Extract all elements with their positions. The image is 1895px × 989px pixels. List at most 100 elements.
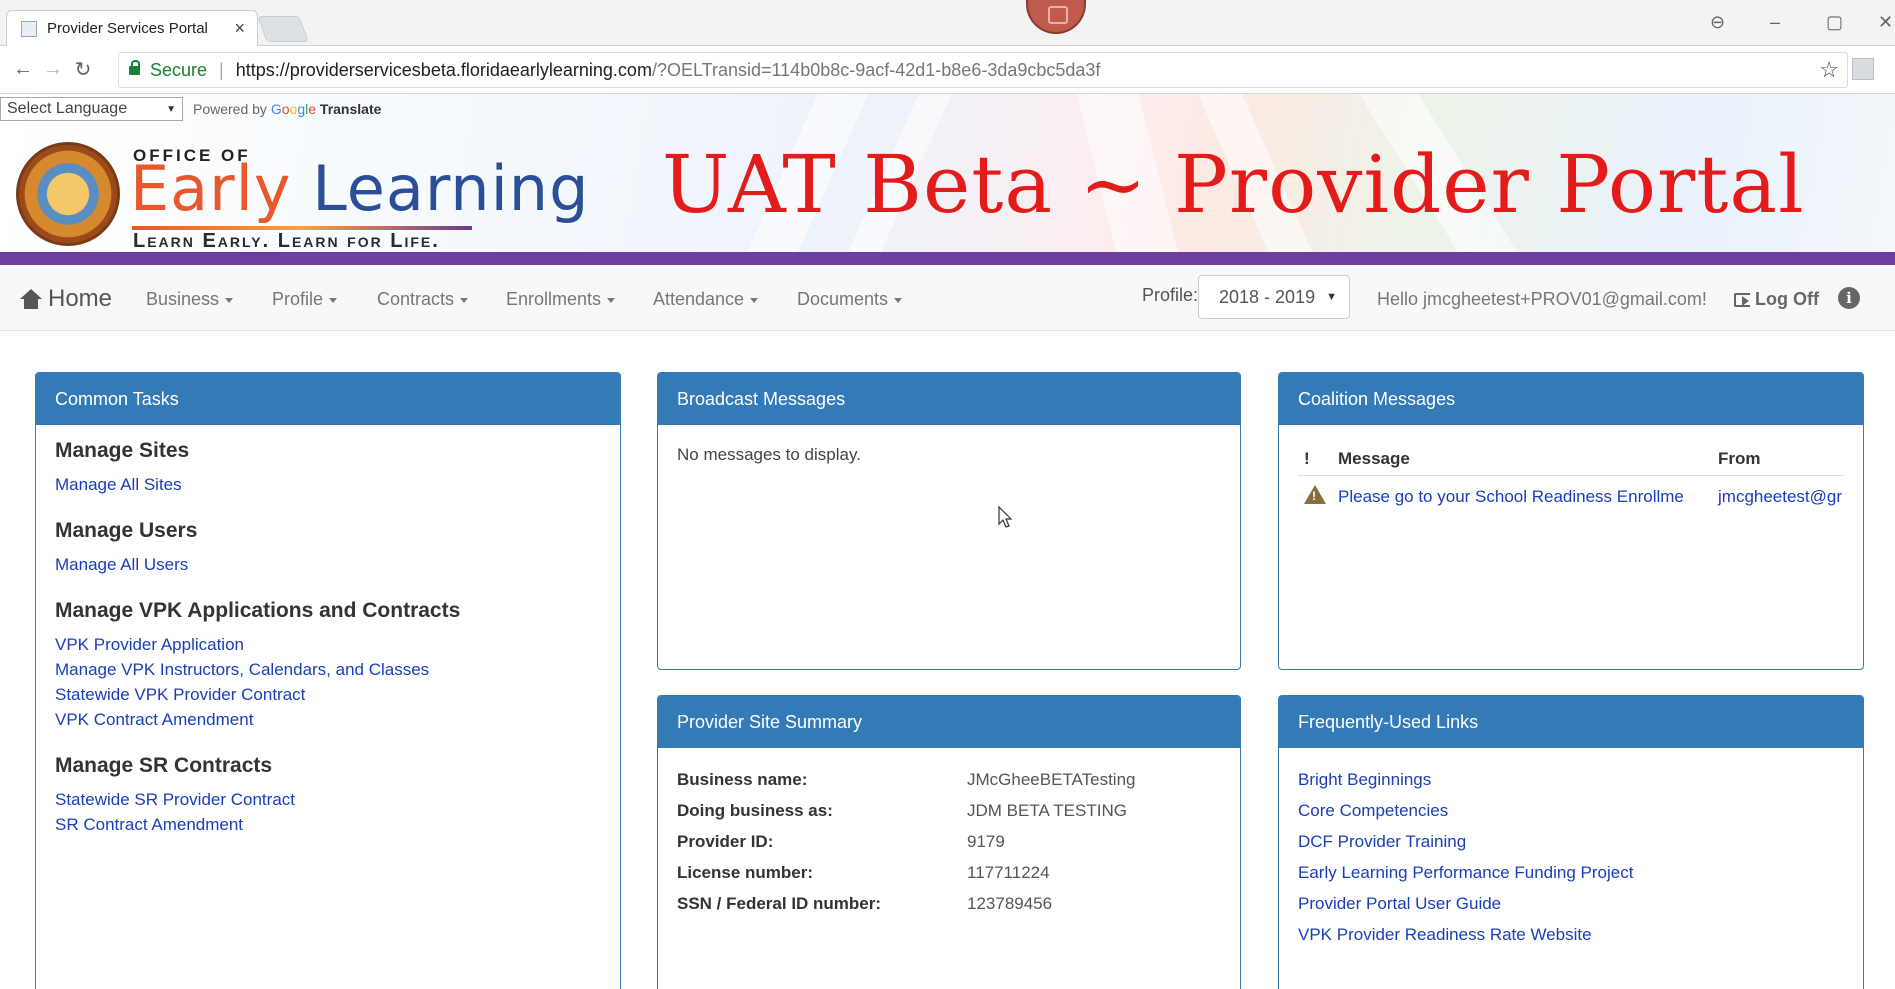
screen-recorder-icon	[1026, 0, 1086, 34]
vpk-contract-amendment-link[interactable]: VPK Contract Amendment	[55, 707, 601, 732]
coalition-messages-panel: Coalition Messages ! Message From Please…	[1278, 372, 1864, 670]
task-group-vpk: Manage VPK Applications and Contracts VP…	[55, 599, 601, 732]
powered-by-google-translate: Powered by Google Translate	[193, 101, 382, 117]
column-header-message: Message	[1332, 441, 1712, 476]
sign-out-icon	[1734, 292, 1750, 307]
task-group-title: Manage Sites	[55, 439, 190, 462]
new-tab-button[interactable]	[257, 16, 309, 42]
task-group-sr-contracts: Manage SR Contracts Statewide SR Provide…	[55, 754, 601, 837]
nav-documents-dropdown[interactable]: Documents	[797, 289, 903, 310]
from-link[interactable]: jmcgheetest@gr	[1712, 476, 1844, 519]
column-header-priority: !	[1298, 441, 1332, 476]
home-icon	[20, 289, 42, 309]
secure-label: Secure	[150, 59, 208, 80]
summary-value: 123789456	[967, 894, 1053, 913]
provider-portal-user-guide-link[interactable]: Provider Portal User Guide	[1298, 888, 1844, 919]
profile-year-label: Profile:	[1142, 285, 1199, 305]
statewide-vpk-contract-link[interactable]: Statewide VPK Provider Contract	[55, 682, 601, 707]
panel-heading: Broadcast Messages	[658, 373, 1240, 425]
forward-arrow-icon[interactable]: →	[38, 58, 68, 81]
panel-heading: Common Tasks	[36, 373, 620, 425]
task-group-title: Manage Users	[55, 519, 198, 542]
broadcast-messages-panel: Broadcast Messages No messages to displa…	[657, 372, 1241, 670]
header-divider	[0, 252, 1895, 265]
minimize-icon[interactable]: –	[1770, 12, 1780, 33]
statewide-sr-contract-link[interactable]: Statewide SR Provider Contract	[55, 787, 601, 812]
dcf-provider-training-link[interactable]: DCF Provider Training	[1298, 826, 1844, 857]
summary-row: Provider ID: 9179	[677, 826, 1221, 857]
caret-down-icon	[750, 297, 759, 303]
caret-down-icon	[894, 297, 903, 303]
url-bar[interactable]: Secure | https://providerservicesbeta.fl…	[118, 52, 1848, 88]
message-link[interactable]: Please go to your School Readiness Enrol…	[1332, 476, 1712, 519]
lock-icon	[129, 59, 140, 75]
warning-icon	[1304, 485, 1326, 504]
performance-funding-project-link[interactable]: Early Learning Performance Funding Proje…	[1298, 857, 1844, 888]
caret-down-icon	[460, 297, 469, 303]
early-learning-logo: Early Learning	[130, 152, 590, 225]
bookmark-star-icon[interactable]: ☆	[1819, 57, 1839, 83]
reload-icon[interactable]: ↻	[68, 57, 98, 82]
maximize-icon[interactable]: ▢	[1826, 12, 1843, 33]
language-select[interactable]: Select Language ▼	[0, 97, 183, 121]
browser-tab-bar: Provider Services Portal × ⊖ – ▢ ✕	[0, 0, 1895, 46]
manage-all-sites-link[interactable]: Manage All Sites	[55, 472, 601, 497]
provider-site-summary-panel: Provider Site Summary Business name: JMcG…	[657, 695, 1241, 989]
info-icon[interactable]: i	[1838, 287, 1860, 309]
tab-title: Provider Services Portal	[47, 20, 208, 37]
window-close-icon[interactable]: ✕	[1878, 12, 1893, 33]
task-group-title: Manage VPK Applications and Contracts	[55, 599, 461, 622]
table-row[interactable]: Please go to your School Readiness Enrol…	[1298, 476, 1844, 519]
vpk-provider-application-link[interactable]: VPK Provider Application	[55, 632, 601, 657]
summary-row: Business name: JMcGheeBETATesting	[677, 764, 1221, 795]
profile-year-value: 2018 - 2019	[1219, 286, 1316, 307]
page-favicon-icon	[21, 20, 37, 37]
browser-address-bar: ← → ↻ Secure | https://providerservicesb…	[0, 46, 1895, 94]
nav-attendance-dropdown[interactable]: Attendance	[653, 289, 759, 310]
summary-row: SSN / Federal ID number: 123789456	[677, 888, 1221, 919]
logo-tagline: Learn Early. Learn for Life.	[133, 230, 440, 252]
manage-all-users-link[interactable]: Manage All Users	[55, 552, 601, 577]
core-competencies-link[interactable]: Core Competencies	[1298, 795, 1844, 826]
summary-row: Doing business as: JDM BETA TESTING	[677, 795, 1221, 826]
extension-icon[interactable]	[1852, 58, 1874, 80]
coalition-messages-table: ! Message From Please go to your School …	[1298, 441, 1844, 518]
language-select-value: Select Language	[7, 100, 128, 117]
dropdown-arrow-icon: ▼	[166, 103, 176, 115]
nav-contracts-dropdown[interactable]: Contracts	[377, 289, 469, 310]
panel-heading: Frequently-Used Links	[1279, 696, 1863, 748]
florida-state-seal-icon	[16, 142, 120, 246]
browser-tab[interactable]: Provider Services Portal ×	[6, 10, 258, 46]
summary-label: License number:	[677, 863, 814, 882]
no-messages-text: No messages to display.	[677, 445, 861, 464]
account-icon[interactable]: ⊖	[1710, 12, 1725, 33]
nav-profile-dropdown[interactable]: Profile	[272, 289, 338, 310]
task-group-title: Manage SR Contracts	[55, 754, 273, 777]
user-greeting[interactable]: Hello jmcgheetest+PROV01@gmail.com!	[1377, 289, 1707, 310]
caret-down-icon	[225, 297, 234, 303]
summary-value: JMcGheeBETATesting	[967, 770, 1136, 789]
vpk-readiness-rate-website-link[interactable]: VPK Provider Readiness Rate Website	[1298, 919, 1844, 950]
frequently-used-links-panel: Frequently-Used Links Bright Beginnings …	[1278, 695, 1864, 989]
summary-label: Doing business as:	[677, 801, 833, 820]
close-tab-icon[interactable]: ×	[234, 18, 245, 39]
url-host: https://providerservicesbeta.floridaearl…	[235, 59, 652, 80]
task-group-manage-sites: Manage Sites Manage All Sites	[55, 439, 601, 497]
summary-value: 117711224	[967, 863, 1050, 882]
log-off-link[interactable]: Log Off	[1734, 289, 1819, 310]
nav-home[interactable]: Home	[20, 285, 112, 313]
summary-value: JDM BETA TESTING	[967, 801, 1127, 820]
mouse-cursor-icon	[998, 506, 1013, 528]
summary-label: Provider ID:	[677, 832, 774, 851]
nav-business-dropdown[interactable]: Business	[146, 289, 234, 310]
sr-contract-amendment-link[interactable]: SR Contract Amendment	[55, 812, 601, 837]
caret-down-icon	[607, 297, 616, 303]
nav-enrollments-dropdown[interactable]: Enrollments	[506, 289, 616, 310]
profile-year-select[interactable]: 2018 - 2019 ▼	[1198, 275, 1350, 319]
manage-vpk-instructors-link[interactable]: Manage VPK Instructors, Calendars, and C…	[55, 657, 601, 682]
bright-beginnings-link[interactable]: Bright Beginnings	[1298, 764, 1844, 795]
task-group-manage-users: Manage Users Manage All Users	[55, 519, 601, 577]
page-banner-title: UAT Beta ~ Provider Portal	[662, 138, 1805, 231]
back-arrow-icon[interactable]: ←	[8, 58, 38, 81]
panel-heading: Coalition Messages	[1279, 373, 1863, 425]
